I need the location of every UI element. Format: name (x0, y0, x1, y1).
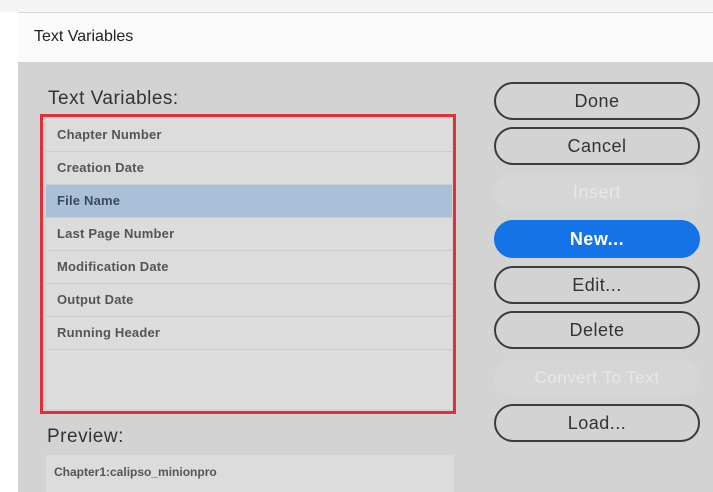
dialog-title-bar: Text Variables (18, 12, 713, 63)
window-top-strip (0, 0, 713, 12)
list-item-file-name[interactable]: File Name (46, 185, 452, 218)
dialog-content: Text Variables: Chapter Number Creation … (18, 62, 713, 492)
dialog-title: Text Variables (34, 28, 134, 45)
list-item-modification-date[interactable]: Modification Date (46, 251, 452, 284)
cancel-button[interactable]: Cancel (494, 127, 700, 165)
list-item-chapter-number[interactable]: Chapter Number (46, 119, 452, 152)
preview-value: Chapter1:calipso_minionpro (54, 465, 217, 479)
load-button[interactable]: Load... (494, 404, 700, 442)
preview-box: Chapter1:calipso_minionpro (46, 455, 454, 492)
list-item-last-page-number[interactable]: Last Page Number (46, 218, 452, 251)
text-variables-label: Text Variables: (48, 88, 179, 109)
insert-button[interactable]: Insert (494, 173, 700, 211)
delete-button[interactable]: Delete (494, 311, 700, 349)
list-item-output-date[interactable]: Output Date (46, 284, 452, 317)
new-button[interactable]: New... (494, 220, 700, 258)
edit-button[interactable]: Edit... (494, 266, 700, 304)
convert-to-text-button[interactable]: Convert To Text (494, 359, 700, 397)
done-button[interactable]: Done (494, 82, 700, 120)
preview-label: Preview: (47, 426, 124, 447)
text-variables-list[interactable]: Chapter Number Creation Date File Name L… (46, 119, 452, 409)
list-item-creation-date[interactable]: Creation Date (46, 152, 452, 185)
list-item-running-header[interactable]: Running Header (46, 317, 452, 350)
